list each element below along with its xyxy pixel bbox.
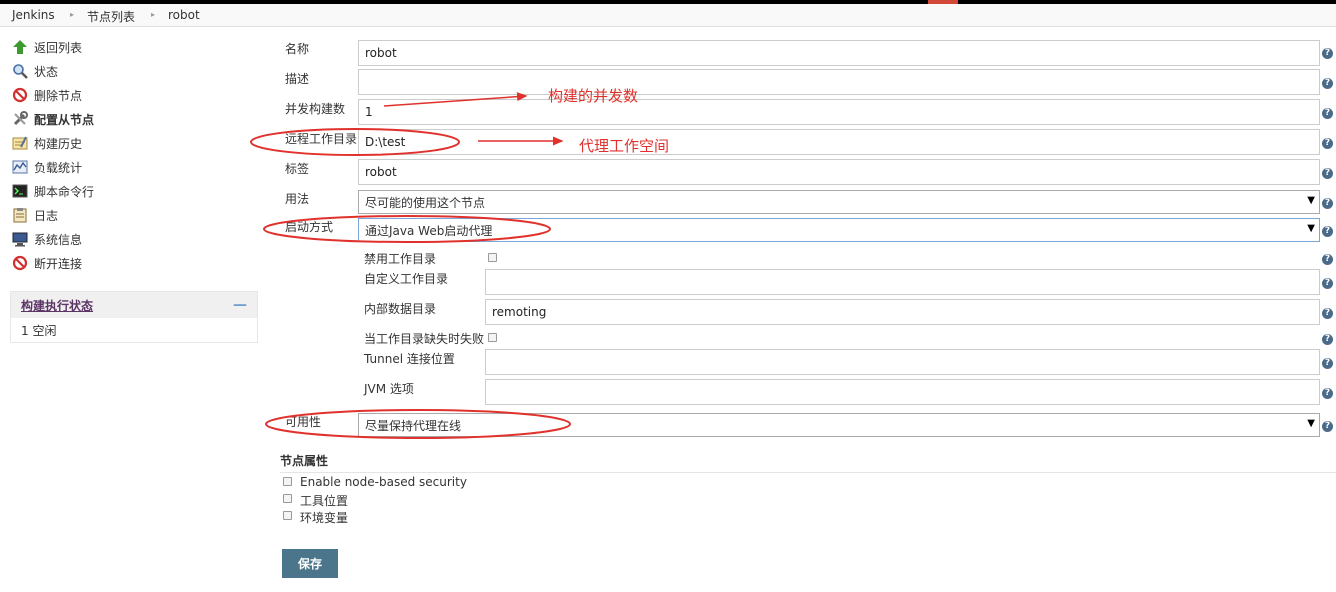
- jvm-options-label: JVM 选项: [364, 382, 414, 396]
- sidebar-item-disconnect[interactable]: 断开连接: [12, 252, 82, 274]
- search-icon: [12, 63, 28, 79]
- breadcrumb-robot[interactable]: robot: [168, 8, 200, 22]
- node-security-label: Enable node-based security: [300, 475, 467, 489]
- terminal-icon: [12, 183, 28, 199]
- help-icon[interactable]: ?: [1322, 358, 1333, 369]
- sidebar-item-label: 配置从节点: [34, 112, 95, 127]
- availability-label: 可用性: [285, 415, 322, 429]
- executor-row: 1 空闲: [21, 324, 57, 338]
- breadcrumb-separator-icon: ▸: [151, 10, 156, 19]
- chevron-down-icon: ▼: [1307, 418, 1315, 429]
- sidebar-item-label: 返回列表: [34, 40, 83, 55]
- breadcrumb-separator-icon: ▸: [70, 10, 75, 19]
- sidebar-item-system-info[interactable]: 系统信息: [12, 228, 82, 250]
- breadcrumb-jenkins[interactable]: Jenkins: [12, 8, 55, 22]
- help-icon[interactable]: ?: [1322, 308, 1333, 319]
- help-icon[interactable]: ?: [1322, 138, 1333, 149]
- help-icon[interactable]: ?: [1322, 168, 1333, 179]
- env-vars-checkbox[interactable]: [283, 511, 292, 520]
- help-icon[interactable]: ?: [1322, 254, 1333, 265]
- sidebar-item-status[interactable]: 状态: [12, 60, 58, 82]
- sidebar-item-label: 断开连接: [34, 256, 83, 271]
- tunnel-input[interactable]: [485, 349, 1320, 375]
- sidebar-item-label: 构建历史: [34, 136, 83, 151]
- chart-icon: [12, 159, 28, 175]
- chevron-down-icon: ▼: [1307, 195, 1315, 206]
- fail-if-missing-label: 当工作目录缺失时失败: [364, 332, 485, 346]
- executors-label: 并发构建数: [285, 102, 346, 116]
- wrench-icon: [12, 111, 28, 127]
- sidebar-item-delete-node[interactable]: 删除节点: [12, 84, 82, 106]
- help-icon[interactable]: ?: [1322, 421, 1333, 432]
- no-entry-icon: [12, 87, 28, 103]
- executors-input[interactable]: 1: [358, 99, 1320, 125]
- help-icon[interactable]: ?: [1322, 78, 1333, 89]
- sidebar-item-configure[interactable]: 配置从节点: [12, 108, 94, 130]
- sidebar-item-log[interactable]: 日志: [12, 204, 58, 226]
- disable-workdir-checkbox[interactable]: [488, 253, 497, 262]
- tool-locations-label: 工具位置: [300, 494, 349, 508]
- labels-input[interactable]: robot: [358, 159, 1320, 185]
- sidebar-item-label: 负载统计: [34, 160, 83, 175]
- annotation-executors-note: 构建的并发数: [548, 87, 639, 105]
- executor-status-header: 构建执行状态 —: [11, 292, 257, 318]
- sidebar-item-label: 系统信息: [34, 232, 83, 247]
- breadcrumb-node-list[interactable]: 节点列表: [87, 8, 135, 25]
- usage-select-value: 尽可能的使用这个节点: [365, 195, 486, 210]
- sidebar-item-label: 脚本命令行: [34, 184, 95, 199]
- node-properties-heading: 节点属性: [280, 452, 1336, 473]
- usage-select[interactable]: 尽可能的使用这个节点 ▼: [358, 190, 1320, 214]
- name-input[interactable]: robot: [358, 40, 1320, 66]
- help-icon[interactable]: ?: [1322, 108, 1333, 119]
- help-icon[interactable]: ?: [1322, 48, 1333, 59]
- remote-fs-label: 远程工作目录: [285, 132, 358, 146]
- sidebar-item-load-statistics[interactable]: 负载统计: [12, 156, 82, 178]
- node-security-checkbox[interactable]: [283, 477, 292, 486]
- sidebar-item-back[interactable]: 返回列表: [12, 36, 82, 58]
- tool-locations-checkbox[interactable]: [283, 494, 292, 503]
- fail-if-missing-checkbox[interactable]: [488, 333, 497, 342]
- sidebar-item-label: 状态: [34, 64, 59, 79]
- breadcrumb: Jenkins ▸ 节点列表 ▸ robot: [0, 4, 1336, 27]
- env-vars-label: 环境变量: [300, 511, 349, 525]
- launch-method-select[interactable]: 通过Java Web启动代理 ▼: [358, 218, 1320, 242]
- availability-select[interactable]: 尽量保持代理在线 ▼: [358, 413, 1320, 437]
- chevron-down-icon: ▼: [1307, 223, 1315, 234]
- remote-fs-input[interactable]: D:\test: [358, 129, 1320, 155]
- up-arrow-icon: [12, 39, 28, 55]
- launch-method-label: 启动方式: [285, 220, 334, 234]
- sidebar-item-label: 日志: [34, 208, 59, 223]
- executor-status-title[interactable]: 构建执行状态: [21, 297, 93, 314]
- launch-method-select-value: 通过Java Web启动代理: [365, 223, 493, 238]
- help-icon[interactable]: ?: [1322, 334, 1333, 345]
- no-entry-icon: [12, 255, 28, 271]
- notepad-icon: [12, 135, 28, 151]
- sidebar-item-script-console[interactable]: 脚本命令行: [12, 180, 94, 202]
- availability-select-value: 尽量保持代理在线: [365, 418, 462, 433]
- custom-workdir-label: 自定义工作目录: [364, 272, 449, 286]
- description-input[interactable]: [358, 69, 1320, 95]
- labels-label: 标签: [285, 162, 310, 176]
- executor-status-panel: 构建执行状态 — 1 空闲: [10, 291, 258, 343]
- sidebar-item-build-history[interactable]: 构建历史: [12, 132, 82, 154]
- internal-dir-input[interactable]: remoting: [485, 299, 1320, 325]
- sidebar-item-label: 删除节点: [34, 88, 83, 103]
- computer-icon: [12, 231, 28, 247]
- help-icon[interactable]: ?: [1322, 278, 1333, 289]
- help-icon[interactable]: ?: [1322, 198, 1333, 209]
- disable-workdir-label: 禁用工作目录: [364, 252, 437, 266]
- help-icon[interactable]: ?: [1322, 388, 1333, 399]
- annotation-remote-note: 代理工作空间: [579, 137, 670, 155]
- tunnel-label: Tunnel 连接位置: [364, 352, 455, 366]
- name-label: 名称: [285, 42, 310, 56]
- help-icon[interactable]: ?: [1322, 226, 1333, 237]
- custom-workdir-input[interactable]: [485, 269, 1320, 295]
- description-label: 描述: [285, 72, 310, 86]
- collapse-icon[interactable]: —: [233, 297, 247, 313]
- internal-dir-label: 内部数据目录: [364, 302, 437, 316]
- usage-label: 用法: [285, 192, 310, 206]
- clipboard-icon: [12, 207, 28, 223]
- save-button[interactable]: 保存: [282, 549, 338, 578]
- jvm-options-input[interactable]: [485, 379, 1320, 405]
